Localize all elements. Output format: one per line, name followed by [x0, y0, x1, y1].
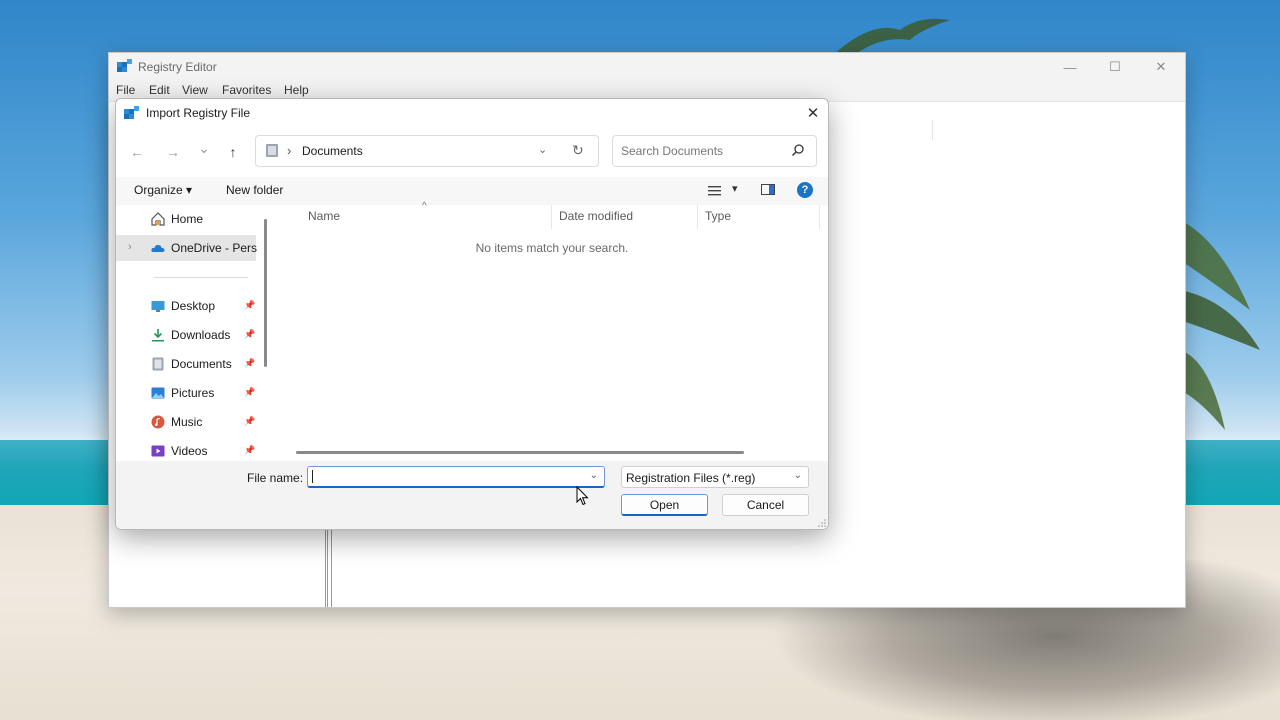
nav-item-pictures[interactable]: Pictures 📌: [116, 380, 256, 406]
view-options-button[interactable]: ▾: [706, 182, 746, 200]
search-placeholder: Search Documents: [621, 144, 724, 158]
regedit-titlebar[interactable]: Registry Editor — ☐ ✕: [109, 53, 1185, 81]
documents-icon: [152, 357, 164, 371]
nav-item-label: OneDrive - Pers: [171, 241, 258, 255]
menu-view[interactable]: View: [182, 83, 208, 97]
preview-pane-button[interactable]: [761, 184, 775, 195]
documents-folder-icon: [266, 144, 278, 157]
breadcrumb-separator: ›: [287, 143, 292, 158]
address-dropdown-button[interactable]: ⌄: [538, 143, 547, 156]
close-button[interactable]: ✕: [1138, 53, 1184, 81]
dialog-close-button[interactable]: ✕: [798, 99, 828, 127]
nav-item-documents[interactable]: Documents 📌: [116, 351, 256, 377]
resize-grip-icon[interactable]: [818, 519, 826, 527]
column-header-date-modified[interactable]: Date modified: [559, 209, 633, 223]
cancel-button[interactable]: Cancel: [722, 494, 809, 516]
pin-icon: 📌: [244, 329, 256, 339]
search-icon: [792, 144, 804, 156]
menu-favorites[interactable]: Favorites: [222, 83, 271, 97]
search-box[interactable]: Search Documents: [612, 135, 817, 167]
menu-edit[interactable]: Edit: [149, 83, 170, 97]
file-list-horizontal-scrollbar[interactable]: [296, 451, 744, 454]
sort-ascending-icon: ^: [422, 201, 427, 212]
nav-item-label: Home: [171, 212, 204, 226]
registry-editor-icon: [124, 106, 139, 119]
regedit-title: Registry Editor: [138, 60, 217, 74]
file-type-dropdown-icon: ⌄: [793, 470, 802, 481]
view-list-icon: [708, 186, 721, 196]
nav-item-home[interactable]: Home: [116, 206, 256, 232]
empty-list-message: No items match your search.: [475, 241, 629, 255]
nav-item-label: Pictures: [171, 386, 215, 400]
breadcrumb-documents[interactable]: Documents: [302, 144, 363, 158]
nav-divider: [154, 277, 248, 278]
up-button[interactable]: ↑: [222, 141, 244, 163]
nav-item-label: Downloads: [171, 328, 231, 342]
pictures-icon: [151, 387, 165, 399]
maximize-button[interactable]: ☐: [1092, 53, 1138, 81]
nav-item-music[interactable]: Music 📌: [116, 409, 256, 435]
organize-button[interactable]: Organize ▾: [134, 183, 192, 197]
dialog-footer: File name: ⌄ Registration Files (*.reg) …: [116, 461, 828, 529]
nav-item-label: Music: [171, 415, 203, 429]
mouse-cursor-icon: [576, 486, 589, 506]
file-name-dropdown-icon[interactable]: ⌄: [590, 470, 598, 481]
column-divider[interactable]: [819, 205, 820, 229]
file-type-select[interactable]: Registration Files (*.reg) ⌄: [621, 466, 809, 488]
nav-item-desktop[interactable]: Desktop 📌: [116, 293, 256, 319]
column-divider[interactable]: [697, 205, 698, 229]
menu-file[interactable]: File: [116, 83, 135, 97]
refresh-button[interactable]: ↻: [572, 142, 584, 159]
desktop-icon: [151, 301, 165, 312]
column-header-type[interactable]: Type: [705, 209, 731, 223]
minimize-button[interactable]: —: [1047, 53, 1093, 81]
nav-item-onedrive[interactable]: › OneDrive - Pers: [116, 235, 258, 261]
download-icon: [152, 329, 164, 342]
videos-icon: [151, 445, 165, 457]
address-bar[interactable]: › Documents ⌄ ↻: [255, 135, 599, 167]
onedrive-icon: [151, 244, 165, 252]
file-list[interactable]: ^ Name Date modified Type No items match…: [274, 201, 828, 460]
nav-item-downloads[interactable]: Downloads 📌: [116, 322, 256, 348]
file-name-input[interactable]: ⌄: [307, 466, 605, 488]
recent-locations-button[interactable]: ⌄: [193, 137, 215, 159]
new-folder-button[interactable]: New folder: [226, 183, 283, 197]
nav-item-label: Desktop: [171, 299, 216, 313]
forward-button[interactable]: →: [162, 141, 184, 163]
column-separator: [932, 120, 933, 140]
back-button[interactable]: ←: [126, 141, 148, 163]
navigation-pane: Home › OneDrive - Pers Desktop 📌 Downloa…: [116, 205, 266, 460]
text-caret: [312, 470, 313, 483]
registry-editor-icon: [117, 59, 132, 72]
pin-icon: 📌: [244, 445, 256, 455]
nav-item-label: Videos: [171, 444, 208, 458]
column-header-name[interactable]: Name: [308, 209, 340, 223]
pin-icon: 📌: [244, 387, 256, 397]
column-divider[interactable]: [551, 205, 552, 229]
open-button[interactable]: Open: [621, 494, 708, 516]
palm-leaves-icon: [1180, 220, 1260, 430]
pin-icon: 📌: [244, 416, 256, 426]
import-registry-file-dialog: Import Registry File ✕ ← → ⌄ ↑ › Documen…: [115, 98, 829, 530]
dialog-title: Import Registry File: [146, 106, 251, 120]
nav-item-label: Documents: [171, 357, 232, 371]
file-type-value: Registration Files (*.reg): [626, 471, 756, 485]
home-icon: [151, 212, 165, 226]
command-bar: Organize ▾ New folder ▾ ?: [116, 177, 828, 205]
pin-icon: 📌: [244, 358, 256, 368]
navigation-pane-scrollbar[interactable]: [264, 219, 267, 367]
menu-help[interactable]: Help: [284, 83, 309, 97]
pin-icon: 📌: [244, 300, 256, 310]
expand-chevron-icon[interactable]: ›: [128, 241, 132, 253]
file-name-label: File name:: [247, 471, 304, 485]
music-icon: [151, 415, 165, 429]
view-dropdown-icon: ▾: [732, 183, 738, 195]
help-button[interactable]: ?: [797, 182, 813, 198]
